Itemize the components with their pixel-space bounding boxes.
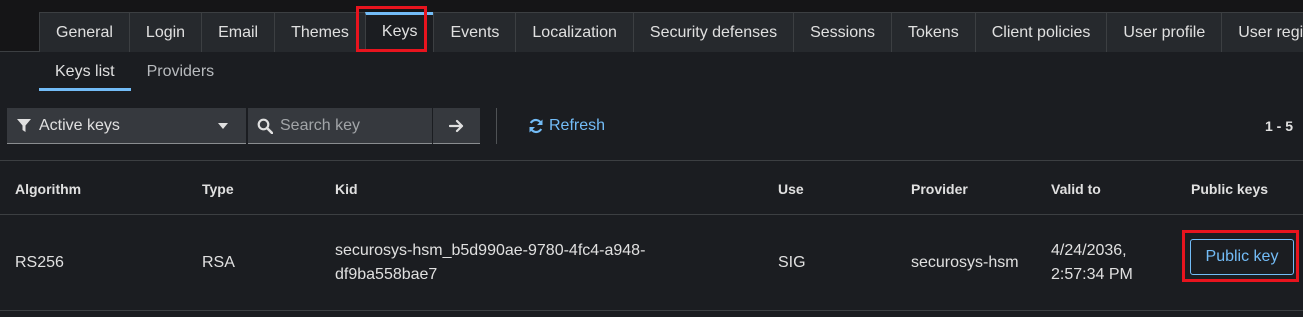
search-icon <box>257 118 273 134</box>
cell-provider: securosys-hsm <box>911 254 1019 271</box>
cell-use: SIG <box>778 254 806 271</box>
tab-label: User profile <box>1123 23 1206 41</box>
search-submit-button[interactable] <box>433 108 480 144</box>
subtab-keys-list[interactable]: Keys list <box>39 52 131 91</box>
public-key-label: Public key <box>1205 248 1279 265</box>
tab-client-policies[interactable]: Client policies <box>974 12 1108 52</box>
tab-label: Localization <box>532 23 617 41</box>
tab-label: Themes <box>291 23 349 41</box>
tab-tokens[interactable]: Tokens <box>891 12 976 52</box>
tab-email[interactable]: Email <box>201 12 276 52</box>
column-header-type: Type <box>202 180 234 197</box>
column-header-valid-to: Valid to <box>1051 180 1101 197</box>
tab-label: Tokens <box>908 23 959 41</box>
cell-valid-to: 4/24/2036, 2:57:34 PM <box>1051 242 1133 283</box>
subtab-label: Keys list <box>55 62 115 80</box>
arrow-right-icon <box>448 119 463 132</box>
tab-label: User registr <box>1238 23 1303 41</box>
tab-label: Events <box>450 23 500 41</box>
tab-label: Security defenses <box>649 23 778 41</box>
subtab-providers[interactable]: Providers <box>131 52 231 91</box>
tab-label: Keys <box>381 23 418 40</box>
column-header-kid: Kid <box>335 180 358 197</box>
pagination-indicator[interactable]: 1 - 5 <box>1265 108 1293 144</box>
cell-kid: securosys-hsm_b5d990ae-9780-4fc4-a948-df… <box>335 242 646 283</box>
public-key-button[interactable]: Public key <box>1190 239 1294 275</box>
tab-label: Sessions <box>810 23 875 41</box>
tab-label: General <box>56 23 113 41</box>
tab-sessions[interactable]: Sessions <box>793 12 892 52</box>
cell-type: RSA <box>202 254 235 271</box>
refresh-label: Refresh <box>549 117 606 134</box>
realm-settings-tabs: General Login Email Themes Keys Events L… <box>39 12 1303 52</box>
realm-settings-tabbar: General Login Email Themes Keys Events L… <box>0 0 1303 52</box>
column-header-use: Use <box>778 180 804 197</box>
refresh-button[interactable]: Refresh <box>528 108 605 144</box>
keys-toolbar: Active keys Refresh 1 - 5 <box>0 108 1303 144</box>
tab-keys[interactable]: Keys <box>364 12 435 52</box>
column-header-provider: Provider <box>911 180 968 197</box>
tab-login[interactable]: Login <box>128 12 203 52</box>
tab-label: Email <box>218 23 259 41</box>
table-row: RS256 RSA securosys-hsm_b5d990ae-9780-4f… <box>0 215 1303 311</box>
search-key-input[interactable] <box>280 116 420 135</box>
column-header-public-keys: Public keys <box>1191 180 1269 197</box>
caret-down-icon <box>218 123 228 129</box>
tab-label: Client policies <box>991 23 1091 41</box>
filter-icon <box>17 118 31 132</box>
toolbar-divider <box>496 108 497 144</box>
tab-user-profile[interactable]: User profile <box>1106 12 1223 52</box>
tab-user-registration[interactable]: User registr <box>1221 12 1303 52</box>
filter-value: Active keys <box>39 116 120 134</box>
refresh-icon <box>529 118 543 134</box>
pagination-text: 1 - 5 <box>1264 118 1293 134</box>
search-box <box>248 108 432 144</box>
keys-subtabs: Keys list Providers <box>39 52 230 92</box>
subtab-label: Providers <box>146 62 215 80</box>
cell-algorithm: RS256 <box>15 254 64 271</box>
tab-security-defenses[interactable]: Security defenses <box>632 12 795 52</box>
key-filter-select[interactable]: Active keys <box>7 108 246 144</box>
tab-events[interactable]: Events <box>433 12 517 52</box>
tab-label: Login <box>145 23 186 41</box>
keys-table-header: Algorithm Type Kid Use Provider Valid to… <box>0 160 1303 215</box>
tab-general[interactable]: General <box>39 12 130 52</box>
tab-themes[interactable]: Themes <box>274 12 366 52</box>
column-header-algorithm: Algorithm <box>15 180 82 197</box>
tab-localization[interactable]: Localization <box>515 12 634 52</box>
